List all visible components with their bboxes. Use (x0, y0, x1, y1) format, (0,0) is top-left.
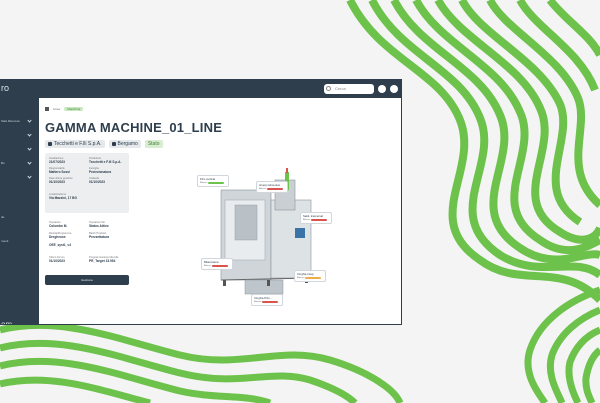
app-window: ro Cerca Sala Ricevuta Bo de menti om Li… (0, 79, 402, 325)
sidebar-item-2[interactable] (1, 132, 39, 138)
user-icon (48, 142, 52, 146)
location-tag: Bergamo (108, 140, 141, 148)
info-field: Produttore Tecchetti e F.lli S.p.A. (89, 157, 122, 164)
info-field: Installazione 21/07/2023 (49, 157, 65, 164)
info-field: Responsabile Mattero Sossi (49, 167, 70, 174)
location-icon (111, 142, 116, 146)
producer-tag: Tecchetti e F.lli S.p.A. (45, 140, 105, 148)
callout-film-vertical[interactable]: Film vertical Allarme (197, 175, 229, 187)
chevron-down-icon (27, 118, 32, 123)
settings-icon[interactable] (378, 85, 386, 93)
breadcrumb: Linee Macchina (45, 107, 84, 111)
detail-field: Batch Prodotto Prezzettatura (89, 232, 110, 239)
info-field: Localizzazione Via Mazzini, 17 BG (49, 193, 77, 200)
detail-field: Programmazione Mensile PR_Target 23.954 (89, 256, 119, 263)
sidebar-item-8[interactable] (1, 263, 39, 268)
chevron-down-icon (27, 160, 32, 165)
detail-field: Ricetta/Programma Dregheone (49, 232, 72, 239)
tags-row: Tecchetti e F.lli S.p.A. Bergamo Stato (45, 140, 163, 148)
chevron-down-icon (27, 146, 32, 151)
sidebar-footer-logo: om (1, 320, 13, 325)
manage-button[interactable]: Gestione (45, 275, 129, 285)
home-icon[interactable] (45, 107, 49, 111)
info-field: Data ultima gestione 01/10/2023 (49, 177, 73, 184)
detail-field: Ultimo Fermo 01/10/2023 (49, 256, 65, 263)
search-icon (326, 86, 331, 91)
sidebar-item-6[interactable]: de (1, 215, 39, 220)
top-bar: ro Cerca (1, 80, 401, 98)
user-icon[interactable] (390, 85, 398, 93)
sidebar-item-7[interactable]: menti (1, 239, 39, 244)
chevron-down-icon (27, 174, 32, 179)
sidebar: Sala Ricevuta Bo de menti om (1, 98, 39, 325)
detail-field: Operatore Mo Status Attivo (89, 221, 109, 228)
callout-transverse-seal[interactable]: Saldi. trasversal Allarme (300, 212, 332, 224)
callout-conveyor-belt[interactable]: Cinghia trasp. Allarme (294, 270, 326, 282)
breadcrumb-item-active: Macchina (64, 107, 84, 111)
breadcrumb-item[interactable]: Linee (53, 107, 60, 111)
info-panel: Installazione 21/07/2023 Produttore Tecche… (45, 153, 129, 213)
sidebar-item-3[interactable] (1, 146, 39, 152)
search-placeholder: Cerca (335, 86, 346, 91)
detail-field: OEE_syst1_v4 (49, 243, 71, 247)
callout-primary-belt[interactable]: Cinghia Prim... Allarme (251, 294, 283, 306)
chevron-down-icon (27, 132, 32, 137)
search-input[interactable]: Cerca (324, 84, 374, 94)
callout-feed-group[interactable]: Gruppi alimentat. Allarme (256, 181, 288, 193)
main-content: Linee Macchina GAMMA MACHINE_01_LINE Tec… (39, 98, 401, 324)
sidebar-item-5[interactable] (1, 174, 39, 180)
info-field: Famiglia Proiezionatura (89, 167, 112, 174)
page-title: GAMMA MACHINE_01_LINE (45, 120, 223, 135)
callout-weigher[interactable]: Bilanciatura Allarme (201, 258, 233, 270)
sidebar-item-1[interactable]: Sala Ricevuta (1, 118, 39, 124)
info-field: Collaudo 01/10/2023 (89, 177, 105, 184)
brand-logo: ro (1, 83, 10, 93)
detail-field: Operatore Colombo M. (49, 221, 68, 228)
sidebar-item-4[interactable]: Bo (1, 160, 39, 166)
status-badge: Stato (144, 140, 163, 148)
